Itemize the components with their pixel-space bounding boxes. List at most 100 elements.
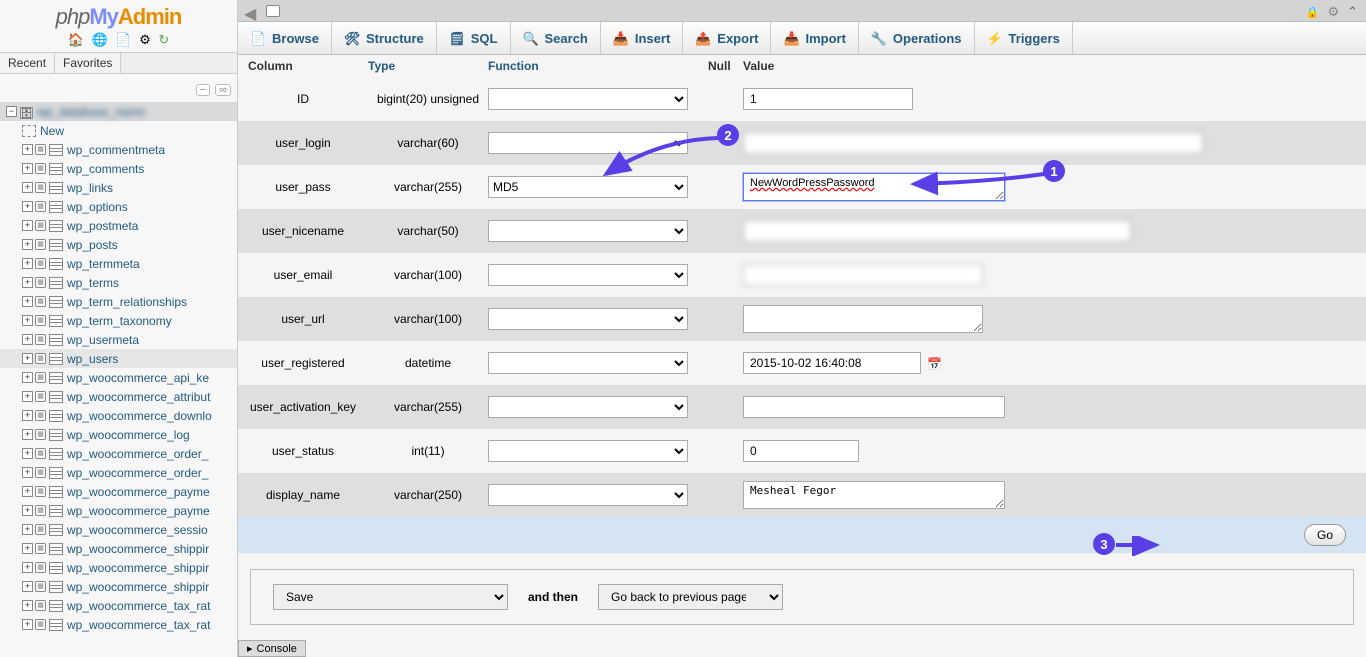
tree-table-row[interactable]: +▦wp_woocommerce_order_ <box>0 463 237 482</box>
logout-icon[interactable]: 🌐 <box>92 32 108 48</box>
quicklink-icon[interactable]: ▦ <box>35 391 46 402</box>
value-input[interactable] <box>743 88 913 110</box>
tab-insert[interactable]: 📥Insert <box>601 22 683 54</box>
tab-search[interactable]: 🔍Search <box>511 22 601 54</box>
function-select[interactable] <box>488 220 688 242</box>
function-select[interactable] <box>488 132 688 154</box>
tree-table-row[interactable]: +▦wp_term_relationships <box>0 292 237 311</box>
tree-table-row[interactable]: +▦wp_postmeta <box>0 216 237 235</box>
tree-table-row[interactable]: +▦wp_users <box>0 349 237 368</box>
toggle-icon[interactable]: + <box>22 391 33 402</box>
function-select[interactable] <box>488 264 688 286</box>
server-icon[interactable] <box>266 5 280 17</box>
tree-table-row[interactable]: +▦wp_terms <box>0 273 237 292</box>
toggle-icon[interactable]: + <box>22 486 33 497</box>
recent-tab[interactable]: Recent <box>0 53 55 73</box>
quicklink-icon[interactable]: ▦ <box>35 239 46 250</box>
tree-table-row[interactable]: +▦wp_woocommerce_tax_rat <box>0 596 237 615</box>
tree-table-row[interactable]: +▦wp_woocommerce_downlo <box>0 406 237 425</box>
function-select[interactable] <box>488 396 688 418</box>
quicklink-icon[interactable]: ▦ <box>35 144 46 155</box>
toggle-icon[interactable]: + <box>22 201 33 212</box>
tree-new-row[interactable]: New <box>0 121 237 140</box>
quicklink-icon[interactable]: ▦ <box>35 543 46 554</box>
toggle-icon[interactable]: + <box>22 182 33 193</box>
value-input[interactable] <box>743 264 983 286</box>
function-select[interactable] <box>488 88 688 110</box>
toggle-icon[interactable]: + <box>22 220 33 231</box>
tree-table-row[interactable]: +▦wp_woocommerce_api_ke <box>0 368 237 387</box>
toggle-icon[interactable]: + <box>22 581 33 592</box>
tab-export[interactable]: 📤Export <box>683 22 771 54</box>
toggle-icon[interactable]: + <box>22 429 33 440</box>
toggle-icon[interactable]: + <box>22 600 33 611</box>
tree-table-row[interactable]: +▦wp_commentmeta <box>0 140 237 159</box>
value-input[interactable] <box>743 440 859 462</box>
settings-icon[interactable]: ⚙ <box>139 32 151 48</box>
toggle-icon[interactable]: + <box>22 448 33 459</box>
value-textarea[interactable] <box>743 305 983 333</box>
toggle-icon[interactable]: − <box>6 106 17 117</box>
tree-table-row[interactable]: +▦wp_woocommerce_log <box>0 425 237 444</box>
quicklink-icon[interactable]: ▦ <box>35 619 46 630</box>
tree-table-row[interactable]: +▦wp_comments <box>0 159 237 178</box>
db-tree[interactable]: − 🗄 wp_database_name New +▦wp_commentmet… <box>0 102 237 657</box>
toggle-icon[interactable]: + <box>22 372 33 383</box>
quicklink-icon[interactable]: ▦ <box>35 315 46 326</box>
tab-triggers[interactable]: ⚡Triggers <box>975 22 1073 54</box>
goback-select[interactable]: Go back to previous page <box>598 584 783 610</box>
tree-table-row[interactable]: +▦wp_woocommerce_shippir <box>0 558 237 577</box>
favorites-tab[interactable]: Favorites <box>55 53 121 73</box>
toggle-icon[interactable]: + <box>22 562 33 573</box>
tab-operations[interactable]: 🔧Operations <box>859 22 975 54</box>
quicklink-icon[interactable]: ▦ <box>35 410 46 421</box>
toggle-icon[interactable]: + <box>22 619 33 630</box>
tree-table-row[interactable]: +▦wp_woocommerce_shippir <box>0 539 237 558</box>
toggle-icon[interactable]: + <box>22 334 33 345</box>
value-textarea[interactable]: Mesheal Fegor <box>743 481 1005 509</box>
quicklink-icon[interactable]: ▦ <box>35 220 46 231</box>
toggle-icon[interactable]: + <box>22 296 33 307</box>
function-select[interactable] <box>488 440 688 462</box>
tree-table-row[interactable]: +▦wp_links <box>0 178 237 197</box>
toggle-icon[interactable]: + <box>22 239 33 250</box>
function-select[interactable] <box>488 308 688 330</box>
toggle-icon[interactable]: + <box>22 467 33 478</box>
console-tab[interactable]: ▸ Console <box>238 640 306 657</box>
toggle-icon[interactable]: + <box>22 144 33 155</box>
tree-table-row[interactable]: +▦wp_woocommerce_tax_rat <box>0 615 237 634</box>
tree-table-row[interactable]: +▦wp_posts <box>0 235 237 254</box>
quicklink-icon[interactable]: ▦ <box>35 163 46 174</box>
quicklink-icon[interactable]: ▦ <box>35 562 46 573</box>
quicklink-icon[interactable]: ▦ <box>35 524 46 535</box>
toggle-icon[interactable]: + <box>22 258 33 269</box>
collapse-topbar-icon[interactable] <box>1347 3 1358 21</box>
value-input[interactable] <box>743 132 1203 154</box>
function-select[interactable] <box>488 484 688 506</box>
quicklink-icon[interactable]: ▦ <box>35 486 46 497</box>
tree-table-row[interactable]: +▦wp_woocommerce_payme <box>0 482 237 501</box>
quicklink-icon[interactable]: ▦ <box>35 182 46 193</box>
quicklink-icon[interactable]: ▦ <box>35 201 46 212</box>
tree-table-row[interactable]: +▦wp_woocommerce_order_ <box>0 444 237 463</box>
calendar-icon[interactable]: 📅 <box>927 357 942 371</box>
quicklink-icon[interactable]: ▦ <box>35 296 46 307</box>
home-icon[interactable]: 🏠 <box>68 32 84 48</box>
quicklink-icon[interactable]: ▦ <box>35 581 46 592</box>
docs-icon[interactable]: 📄 <box>115 32 131 48</box>
tab-structure[interactable]: 🛠Structure <box>332 22 437 54</box>
quicklink-icon[interactable]: ▦ <box>35 429 46 440</box>
function-select[interactable] <box>488 352 688 374</box>
nav-left-arrow-icon[interactable]: ◀ <box>244 4 258 18</box>
tree-table-row[interactable]: +▦wp_term_taxonomy <box>0 311 237 330</box>
value-textarea[interactable]: NewWordPressPassword <box>743 173 1005 201</box>
quicklink-icon[interactable]: ▦ <box>35 467 46 478</box>
tree-collapse-icon[interactable]: − <box>196 84 210 96</box>
value-input[interactable] <box>743 396 1005 418</box>
tab-browse[interactable]: 📄Browse <box>238 22 332 54</box>
tree-table-row[interactable]: +▦wp_woocommerce_shippir <box>0 577 237 596</box>
toggle-icon[interactable]: + <box>22 353 33 364</box>
function-select[interactable]: MD5 <box>488 176 688 198</box>
settings-gear-icon[interactable] <box>1327 3 1339 21</box>
toggle-icon[interactable]: + <box>22 505 33 516</box>
